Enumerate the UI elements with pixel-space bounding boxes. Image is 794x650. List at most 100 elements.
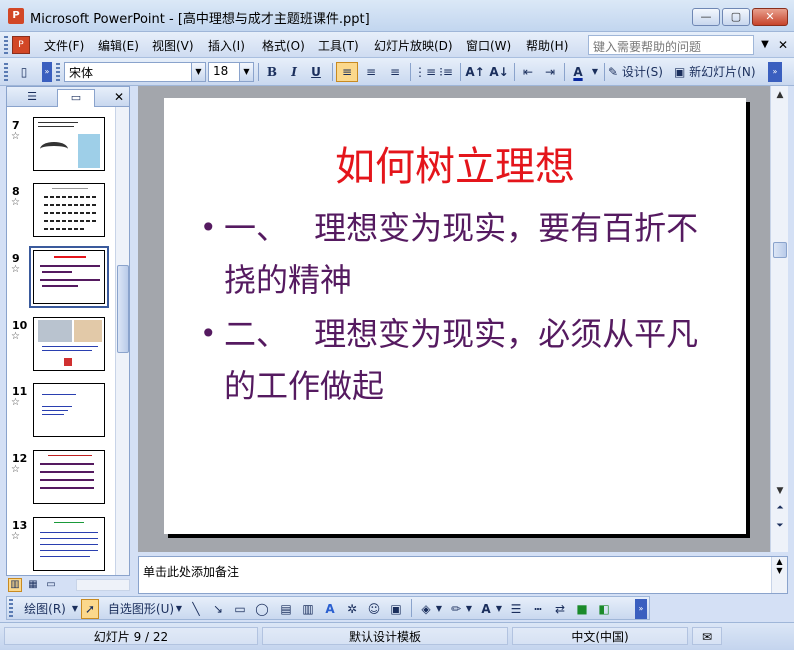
slide-thumbnail[interactable] <box>33 117 105 171</box>
spelling-check-icon[interactable]: ✉ <box>692 627 722 645</box>
toolbar-options-icon[interactable]: » <box>768 62 782 82</box>
oval-icon[interactable]: ◯ <box>253 599 271 619</box>
tab-slides[interactable]: ▭ <box>57 89 95 107</box>
chevron-down-icon[interactable]: ▼ <box>758 36 772 54</box>
thumbnail-scrollbar[interactable] <box>115 107 129 575</box>
slide-thumbnail[interactable] <box>33 183 105 237</box>
chevron-down-icon[interactable]: ▼ <box>435 599 443 619</box>
menu-window[interactable]: 窗口(W) <box>466 37 511 54</box>
numbered-list-icon[interactable]: ⋮≡ <box>414 62 436 82</box>
increase-font-icon[interactable]: A↑ <box>464 62 486 82</box>
maximize-button[interactable]: ▢ <box>722 8 750 26</box>
underline-button[interactable]: U <box>306 62 326 82</box>
menu-help[interactable]: 帮助(H) <box>526 37 568 54</box>
align-left-icon[interactable]: ≡ <box>336 62 358 82</box>
align-right-icon[interactable]: ≡ <box>384 62 406 82</box>
slide-thumbnail[interactable] <box>33 383 105 437</box>
normal-view-icon[interactable]: ▥ <box>8 578 22 592</box>
close-icon[interactable]: ✕ <box>111 89 127 105</box>
notes-scrollbar[interactable]: ▲ ▼ <box>771 557 787 593</box>
draw-menu-button[interactable]: 绘图(R) <box>17 599 73 619</box>
clipart-icon[interactable]: ☺ <box>365 599 383 619</box>
slide-thumbnail[interactable] <box>33 317 105 371</box>
notes-pane[interactable]: 单击此处添加备注 ▲ ▼ <box>138 556 788 594</box>
scrollbar-thumb[interactable] <box>773 242 787 258</box>
chevron-down-icon[interactable]: ▼ <box>495 599 503 619</box>
menu-format[interactable]: 格式(O) <box>262 37 305 54</box>
menu-file[interactable]: 文件(F) <box>44 37 84 54</box>
font-name-select[interactable]: 宋体 ▼ <box>64 62 206 82</box>
line-icon[interactable]: ╲ <box>187 599 205 619</box>
diagram-icon[interactable]: ✲ <box>343 599 361 619</box>
chevron-down-icon[interactable]: ▼ <box>465 599 473 619</box>
grip-handle-icon[interactable] <box>4 36 8 54</box>
align-center-icon[interactable]: ≡ <box>360 62 382 82</box>
tab-outline[interactable]: ☰ <box>13 89 51 107</box>
bold-button[interactable]: B <box>262 62 282 82</box>
grip-handle-icon[interactable] <box>56 63 60 81</box>
menu-slideshow[interactable]: 幻灯片放映(D) <box>374 37 453 54</box>
arrow-style-icon[interactable]: ⇄ <box>551 599 569 619</box>
document-close-icon[interactable]: ✕ <box>776 36 790 54</box>
help-search-input[interactable]: 键入需要帮助的问题 <box>588 35 754 55</box>
close-button[interactable]: ✕ <box>752 8 788 26</box>
slide-canvas[interactable]: 如何树立理想 • 一、 理想变为现实，要有百折不挠的精神 • 二、 理想变为现实… <box>164 98 746 534</box>
list-item[interactable]: 11 ☆ <box>7 383 115 449</box>
menu-tools[interactable]: 工具(T) <box>318 37 359 54</box>
slide-bullet[interactable]: • 一、 理想变为现实，要有百折不挠的精神 <box>200 202 720 306</box>
slide-thumbnail[interactable] <box>33 450 105 504</box>
document-icon[interactable]: P <box>12 36 30 54</box>
chevron-down-icon[interactable]: ▼ <box>175 599 183 619</box>
rectangle-icon[interactable]: ▭ <box>231 599 249 619</box>
menu-edit[interactable]: 编辑(E) <box>98 37 139 54</box>
font-color-icon[interactable]: A <box>477 599 495 619</box>
picture-icon[interactable]: ▣ <box>387 599 405 619</box>
list-item[interactable]: 10 ☆ <box>7 317 115 383</box>
next-slide-icon[interactable]: ⏷ <box>773 518 787 534</box>
toolbar-options-icon[interactable]: » <box>42 62 52 82</box>
italic-button[interactable]: I <box>284 62 304 82</box>
chevron-down-icon[interactable]: ▼ <box>239 63 253 81</box>
new-document-icon[interactable]: ▯ <box>12 62 36 82</box>
slideshow-view-icon[interactable]: ▭ <box>44 578 58 592</box>
increase-indent-icon[interactable]: ⇥ <box>540 62 560 82</box>
new-slide-button[interactable]: ▣ 新幻灯片(N) <box>674 62 764 82</box>
slide-scrollbar[interactable]: ▲ ▼ ⏶ ⏷ <box>770 86 788 552</box>
font-color-button[interactable]: A <box>568 62 588 82</box>
chevron-down-icon[interactable]: ▼ <box>191 63 205 81</box>
grip-handle-icon[interactable] <box>9 599 13 617</box>
textbox-icon[interactable]: ▤ <box>277 599 295 619</box>
design-button[interactable]: ✎ 设计(S) <box>608 62 672 82</box>
list-item[interactable]: 7 ☆ <box>7 117 115 183</box>
fill-color-icon[interactable]: ◈ <box>417 599 435 619</box>
font-size-select[interactable]: 18 ▼ <box>208 62 254 82</box>
design-template-status[interactable]: 默认设计模板 <box>262 627 508 645</box>
vertical-textbox-icon[interactable]: ▥ <box>299 599 317 619</box>
list-item[interactable]: 13 ☆ <box>7 517 115 575</box>
slide-thumbnail[interactable] <box>33 517 105 571</box>
scroll-down-icon[interactable]: ▼ <box>773 484 787 498</box>
autoshapes-button[interactable]: 自选图形(U) <box>105 599 177 619</box>
chevron-down-icon[interactable]: ▼ <box>590 62 600 82</box>
slide-title[interactable]: 如何树立理想 <box>164 134 746 192</box>
line-color-icon[interactable]: ✏ <box>447 599 465 619</box>
horizontal-scrollbar[interactable] <box>76 579 130 591</box>
decrease-font-icon[interactable]: A↓ <box>488 62 510 82</box>
slide-sorter-icon[interactable]: ▦ <box>26 578 40 592</box>
shadow-style-icon[interactable]: ■ <box>573 599 591 619</box>
menu-view[interactable]: 视图(V) <box>152 37 194 54</box>
scrollbar-thumb[interactable] <box>117 265 129 353</box>
3d-style-icon[interactable]: ◧ <box>595 599 613 619</box>
bullet-list-icon[interactable]: ⁝≡ <box>436 62 456 82</box>
dash-style-icon[interactable]: ┅ <box>529 599 547 619</box>
list-item[interactable]: 8 ☆ <box>7 183 115 249</box>
arrow-icon[interactable]: ↘ <box>209 599 227 619</box>
list-item[interactable]: 9 ☆ <box>7 246 115 316</box>
chevron-down-icon[interactable]: ▼ <box>71 599 79 619</box>
slide-thumbnail-selected[interactable] <box>29 246 109 308</box>
menu-insert[interactable]: 插入(I) <box>208 37 245 54</box>
previous-slide-icon[interactable]: ⏶ <box>773 500 787 516</box>
decrease-indent-icon[interactable]: ⇤ <box>518 62 538 82</box>
wordart-icon[interactable]: A <box>321 599 339 619</box>
toolbar-options-icon[interactable]: » <box>635 599 647 619</box>
